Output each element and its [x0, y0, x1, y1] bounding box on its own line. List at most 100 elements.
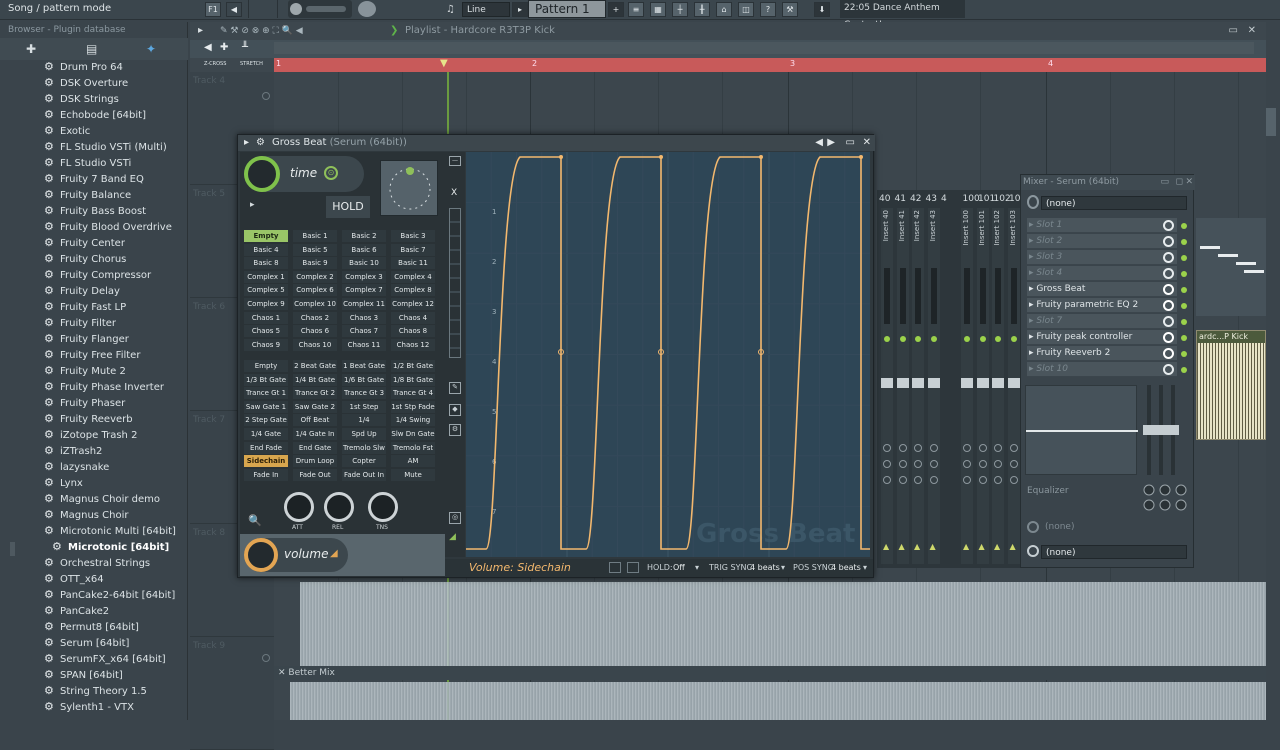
time-preset-button[interactable]: Basic 1	[293, 230, 337, 242]
browser-item[interactable]: ⚙ Permut8 [64bit]	[44, 619, 188, 635]
volume-preset-button[interactable]: Slw Dn Gate	[391, 428, 435, 440]
browser-item[interactable]: ⚙ Fruity Filter	[44, 315, 188, 331]
volume-preset-button[interactable]: 1st Stp Fade	[391, 400, 435, 413]
dropdown-icon[interactable]: ▾	[863, 563, 867, 572]
strip-knob[interactable]	[898, 476, 907, 484]
strip-knob[interactable]	[883, 444, 891, 452]
snap-mode-select[interactable]: Line	[462, 2, 510, 17]
route-arrow-icon[interactable]: ▲	[899, 542, 905, 551]
volume-fader[interactable]	[992, 378, 1004, 388]
browser-item[interactable]: ⚙ iZotope Trash 2	[44, 427, 188, 443]
slot-enable-led[interactable]	[1181, 223, 1187, 229]
tool-minus-icon[interactable]: —	[449, 156, 461, 166]
volume-preset-button[interactable]: 1 Beat Gate	[342, 360, 386, 372]
add-pattern-button[interactable]: +	[608, 2, 624, 17]
time-preset-button[interactable]: Complex 6	[293, 284, 337, 297]
browser-item[interactable]: ⚙ Fruity Delay	[44, 283, 188, 299]
volume-preset-button[interactable]: Trance Gt 4	[391, 387, 435, 400]
strip-knob[interactable]	[914, 444, 922, 452]
volume-fader[interactable]	[896, 378, 909, 388]
browser-item[interactable]: ⚙ Fruity Compressor	[44, 267, 188, 283]
volume-preset-button[interactable]: Drum Loop	[293, 455, 337, 468]
time-preset-button[interactable]: Basic 3	[391, 230, 435, 242]
route-arrow-icon[interactable]: ▲	[979, 542, 985, 551]
snap-icon[interactable]: ◀	[204, 42, 212, 53]
gear-icon[interactable]: ⚙	[256, 135, 265, 151]
slot-mix-knob[interactable]	[1163, 364, 1174, 375]
plugin-picker-icon[interactable]: ⌂	[716, 2, 732, 17]
slot-enable-led[interactable]	[1181, 255, 1187, 261]
strip-enable-led[interactable]	[884, 336, 890, 342]
settings-icon[interactable]: ⚙	[449, 424, 461, 436]
volume-fader[interactable]	[976, 378, 989, 388]
strip-knob[interactable]	[963, 476, 971, 484]
browser-item[interactable]: ⚙ SPAN [64bit]	[44, 667, 188, 683]
volume-preset-button[interactable]: 1/4 Gate Out	[244, 428, 288, 450]
strip-knob[interactable]	[963, 460, 971, 468]
browser-item[interactable]: ⚙ PanCake2	[44, 603, 188, 619]
strip-knob[interactable]	[963, 444, 971, 452]
volume-preset-button[interactable]: Mute	[391, 468, 435, 481]
zoom-icon[interactable]: 🔍	[248, 514, 262, 527]
browser-item[interactable]: ⚙ Drum Pro 64	[44, 59, 188, 75]
slot-mix-knob[interactable]	[1163, 348, 1174, 359]
strip-knob[interactable]	[929, 476, 938, 484]
tempo-knob[interactable]	[358, 1, 376, 17]
eq-sliders[interactable]	[1143, 385, 1181, 475]
file-icon[interactable]: ▤	[86, 42, 97, 56]
f1-help-button[interactable]: F1	[205, 2, 221, 17]
mixer-slot[interactable]: ▸ Slot 1	[1027, 218, 1177, 233]
maximize-icon[interactable]: ◻	[1176, 175, 1183, 190]
volume-preset-button[interactable]: 2 Step Gate	[244, 414, 288, 427]
envelope-svg[interactable]: Gross Beat 1234567	[466, 152, 870, 557]
strip-enable-led[interactable]	[964, 336, 970, 342]
playlist-icon[interactable]: ≡	[628, 2, 644, 17]
output-select[interactable]: (none)	[1041, 545, 1187, 559]
browser-item[interactable]: ⚙ Fruity Fast LP	[44, 299, 188, 315]
audio-clip-waveform[interactable]	[300, 582, 1266, 668]
timeline-ruler[interactable]: 1 2 3 4 ▼	[274, 58, 1266, 72]
browser-scroll-marker[interactable]	[10, 542, 15, 556]
time-preset-button[interactable]: Basic 11	[391, 257, 435, 270]
strip-knob[interactable]	[898, 444, 907, 452]
slot-enable-led[interactable]	[1181, 367, 1187, 373]
time-preset-button[interactable]: Chaos 9	[244, 338, 288, 351]
browser-item[interactable]: ⚙ Fruity 7 Band EQ	[44, 171, 188, 187]
volume-preset-button[interactable]: 1/4 Bt Gate	[293, 373, 337, 386]
time-preset-button[interactable]: Chaos 5	[244, 325, 288, 338]
trig-sync-select[interactable]: 4 beats	[750, 563, 780, 572]
kick-clip[interactable]: ardc...P Kick	[1196, 330, 1266, 440]
strip-knob[interactable]	[994, 460, 1002, 468]
slot-enable-led[interactable]	[1181, 287, 1187, 293]
time-preset-button[interactable]: Complex 7	[342, 284, 386, 297]
master-pitch-slider[interactable]	[248, 0, 278, 18]
time-preset-button[interactable]: Complex 11	[342, 298, 386, 310]
strip-knob[interactable]	[978, 476, 987, 484]
horizontal-scrollbar[interactable]	[274, 42, 1254, 54]
envelope-graph[interactable]: Gross Beat 1234567	[466, 152, 870, 557]
mixer-slot[interactable]: ▸ Slot 7	[1027, 314, 1177, 329]
volume-preset-button[interactable]: Fade In	[244, 468, 288, 481]
arrow-icon[interactable]: ◀	[226, 2, 242, 17]
browser-item[interactable]: ⚙ iZTrash2	[44, 443, 188, 459]
pos-sync-select[interactable]: 4 beats	[831, 563, 861, 572]
browser-item[interactable]: ⚙ FL Studio VSTi (Multi)	[44, 139, 188, 155]
volume-preset-button[interactable]: AM	[391, 455, 435, 468]
route-arrow-icon[interactable]: ▲	[1010, 542, 1016, 551]
volume-preset-button[interactable]: 2 Beat Gate	[293, 360, 337, 372]
mixer-slot[interactable]: ▸ Fruity parametric EQ 2	[1027, 298, 1177, 313]
mixer-strip[interactable]: Insert 101 ▲	[976, 208, 989, 564]
browser-item[interactable]: ⚙ Serum [64bit]	[44, 635, 188, 651]
time-preset-button[interactable]: Complex 2	[293, 270, 337, 283]
volume-preset-button[interactable]: 1/6 Bt Gate	[342, 373, 386, 386]
eq-graph[interactable]	[1025, 385, 1138, 475]
browser-item[interactable]: ⚙ Magnus Choir demo	[44, 491, 188, 507]
time-preset-button[interactable]: Chaos 12	[391, 338, 435, 351]
browser-item[interactable]: ⚙ Microtonic [64bit]	[52, 539, 196, 555]
mixer-slot[interactable]: ▸ Fruity Reeverb 2	[1027, 346, 1177, 361]
browser-item[interactable]: ⚙ Echobode [64bit]	[44, 107, 188, 123]
time-preset-button[interactable]: Complex 8	[391, 284, 435, 297]
expand-icon[interactable]: ▸	[250, 200, 255, 210]
eq-knobs[interactable]	[1143, 483, 1191, 513]
time-preset-button[interactable]: Chaos 3	[342, 311, 386, 324]
